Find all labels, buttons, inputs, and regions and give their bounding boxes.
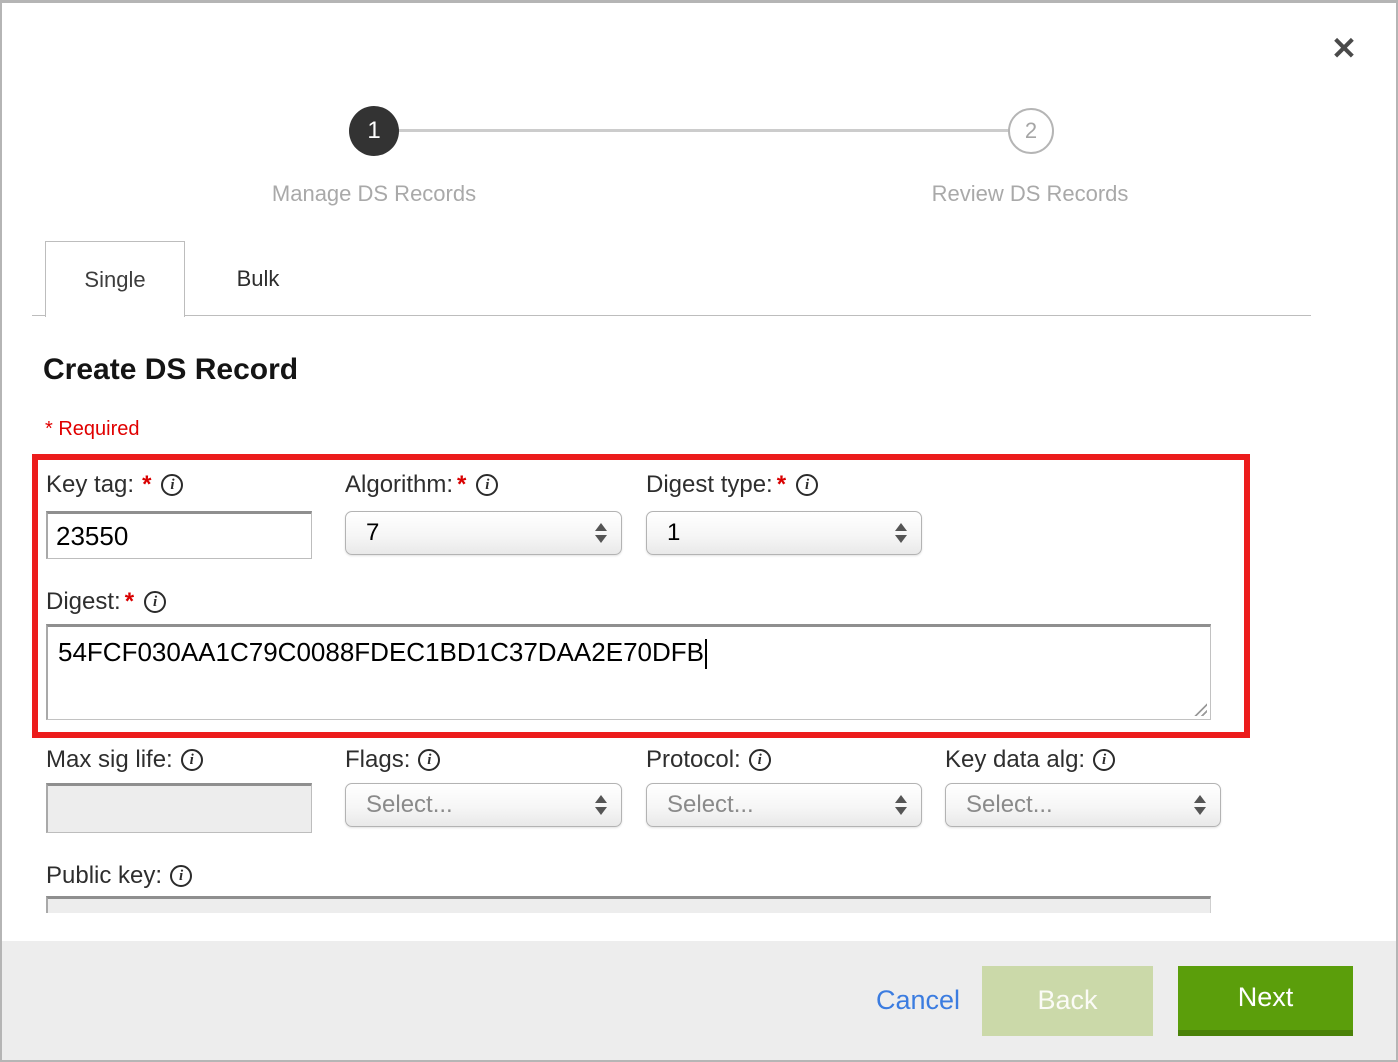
chevron-updown-icon: [895, 795, 907, 815]
key-data-alg-select[interactable]: Select...: [945, 783, 1221, 827]
digest-type-select[interactable]: 1: [646, 511, 922, 555]
public-key-textarea[interactable]: [46, 896, 1211, 913]
chevron-updown-icon: [1194, 795, 1206, 815]
digest-type-label: Digest type: * i: [646, 470, 818, 500]
page-title: Create DS Record: [43, 353, 298, 387]
required-asterisk: *: [125, 588, 134, 616]
public-key-label-text: Public key:: [46, 862, 162, 890]
digest-label: Digest: * i: [46, 587, 166, 617]
key-data-alg-label-text: Key data alg:: [945, 746, 1085, 774]
step-1-label: Manage DS Records: [204, 181, 544, 207]
required-asterisk: *: [777, 471, 786, 499]
step-2-circle: 2: [1008, 108, 1054, 154]
digest-label-text: Digest:: [46, 588, 121, 616]
digest-textarea[interactable]: 54FCF030AA1C79C0088FDEC1BD1C37DAA2E70DFB: [46, 624, 1211, 720]
step-1-circle: 1: [349, 106, 399, 156]
protocol-label-text: Protocol:: [646, 746, 741, 774]
close-icon[interactable]: ✕: [1324, 29, 1364, 69]
chevron-updown-icon: [595, 795, 607, 815]
stepper-connector: [374, 129, 1031, 132]
flags-select[interactable]: Select...: [345, 783, 622, 827]
required-note: * Required: [45, 418, 140, 441]
protocol-select[interactable]: Select...: [646, 783, 922, 827]
digest-type-label-text: Digest type:: [646, 471, 773, 499]
text-caret: [705, 639, 707, 669]
key-tag-input[interactable]: [46, 511, 312, 559]
tab-single[interactable]: Single: [45, 241, 185, 317]
digest-value: 54FCF030AA1C79C0088FDEC1BD1C37DAA2E70DFB: [58, 637, 704, 667]
algorithm-label-text: Algorithm:: [345, 471, 453, 499]
info-icon[interactable]: i: [418, 749, 440, 771]
protocol-label: Protocol: i: [646, 745, 771, 775]
info-icon[interactable]: i: [161, 474, 183, 496]
algorithm-select-value: 7: [346, 519, 379, 547]
step-2-label: Review DS Records: [860, 181, 1200, 207]
max-sig-life-label: Max sig life: i: [46, 745, 203, 775]
max-sig-life-label-text: Max sig life:: [46, 746, 173, 774]
max-sig-life-input[interactable]: [46, 783, 312, 833]
flags-select-value: Select...: [346, 791, 453, 819]
modal-footer: Cancel Back Next: [2, 941, 1396, 1060]
key-data-alg-select-value: Select...: [946, 791, 1053, 819]
tab-bulk[interactable]: Bulk: [185, 241, 331, 317]
chevron-updown-icon: [895, 523, 907, 543]
flags-label: Flags: i: [345, 745, 440, 775]
back-button[interactable]: Back: [982, 966, 1153, 1036]
key-tag-label-text: Key tag:: [46, 471, 134, 499]
algorithm-label: Algorithm: * i: [345, 470, 498, 500]
info-icon[interactable]: i: [1093, 749, 1115, 771]
info-icon[interactable]: i: [476, 474, 498, 496]
key-data-alg-label: Key data alg: i: [945, 745, 1115, 775]
protocol-select-value: Select...: [647, 791, 754, 819]
next-button[interactable]: Next: [1178, 966, 1353, 1036]
info-icon[interactable]: i: [170, 865, 192, 887]
chevron-updown-icon: [595, 523, 607, 543]
flags-label-text: Flags:: [345, 746, 410, 774]
public-key-label: Public key: i: [46, 861, 192, 891]
info-icon[interactable]: i: [181, 749, 203, 771]
info-icon[interactable]: i: [144, 591, 166, 613]
create-ds-record-modal: ✕ 1 2 Manage DS Records Review DS Record…: [0, 0, 1398, 1062]
digest-type-select-value: 1: [647, 519, 680, 547]
required-asterisk: *: [142, 471, 151, 499]
key-tag-label: Key tag: * i: [46, 470, 183, 500]
info-icon[interactable]: i: [796, 474, 818, 496]
resize-handle-icon[interactable]: [1192, 701, 1207, 716]
cancel-button[interactable]: Cancel: [876, 985, 960, 1016]
info-icon[interactable]: i: [749, 749, 771, 771]
required-asterisk: *: [457, 471, 466, 499]
algorithm-select[interactable]: 7: [345, 511, 622, 555]
